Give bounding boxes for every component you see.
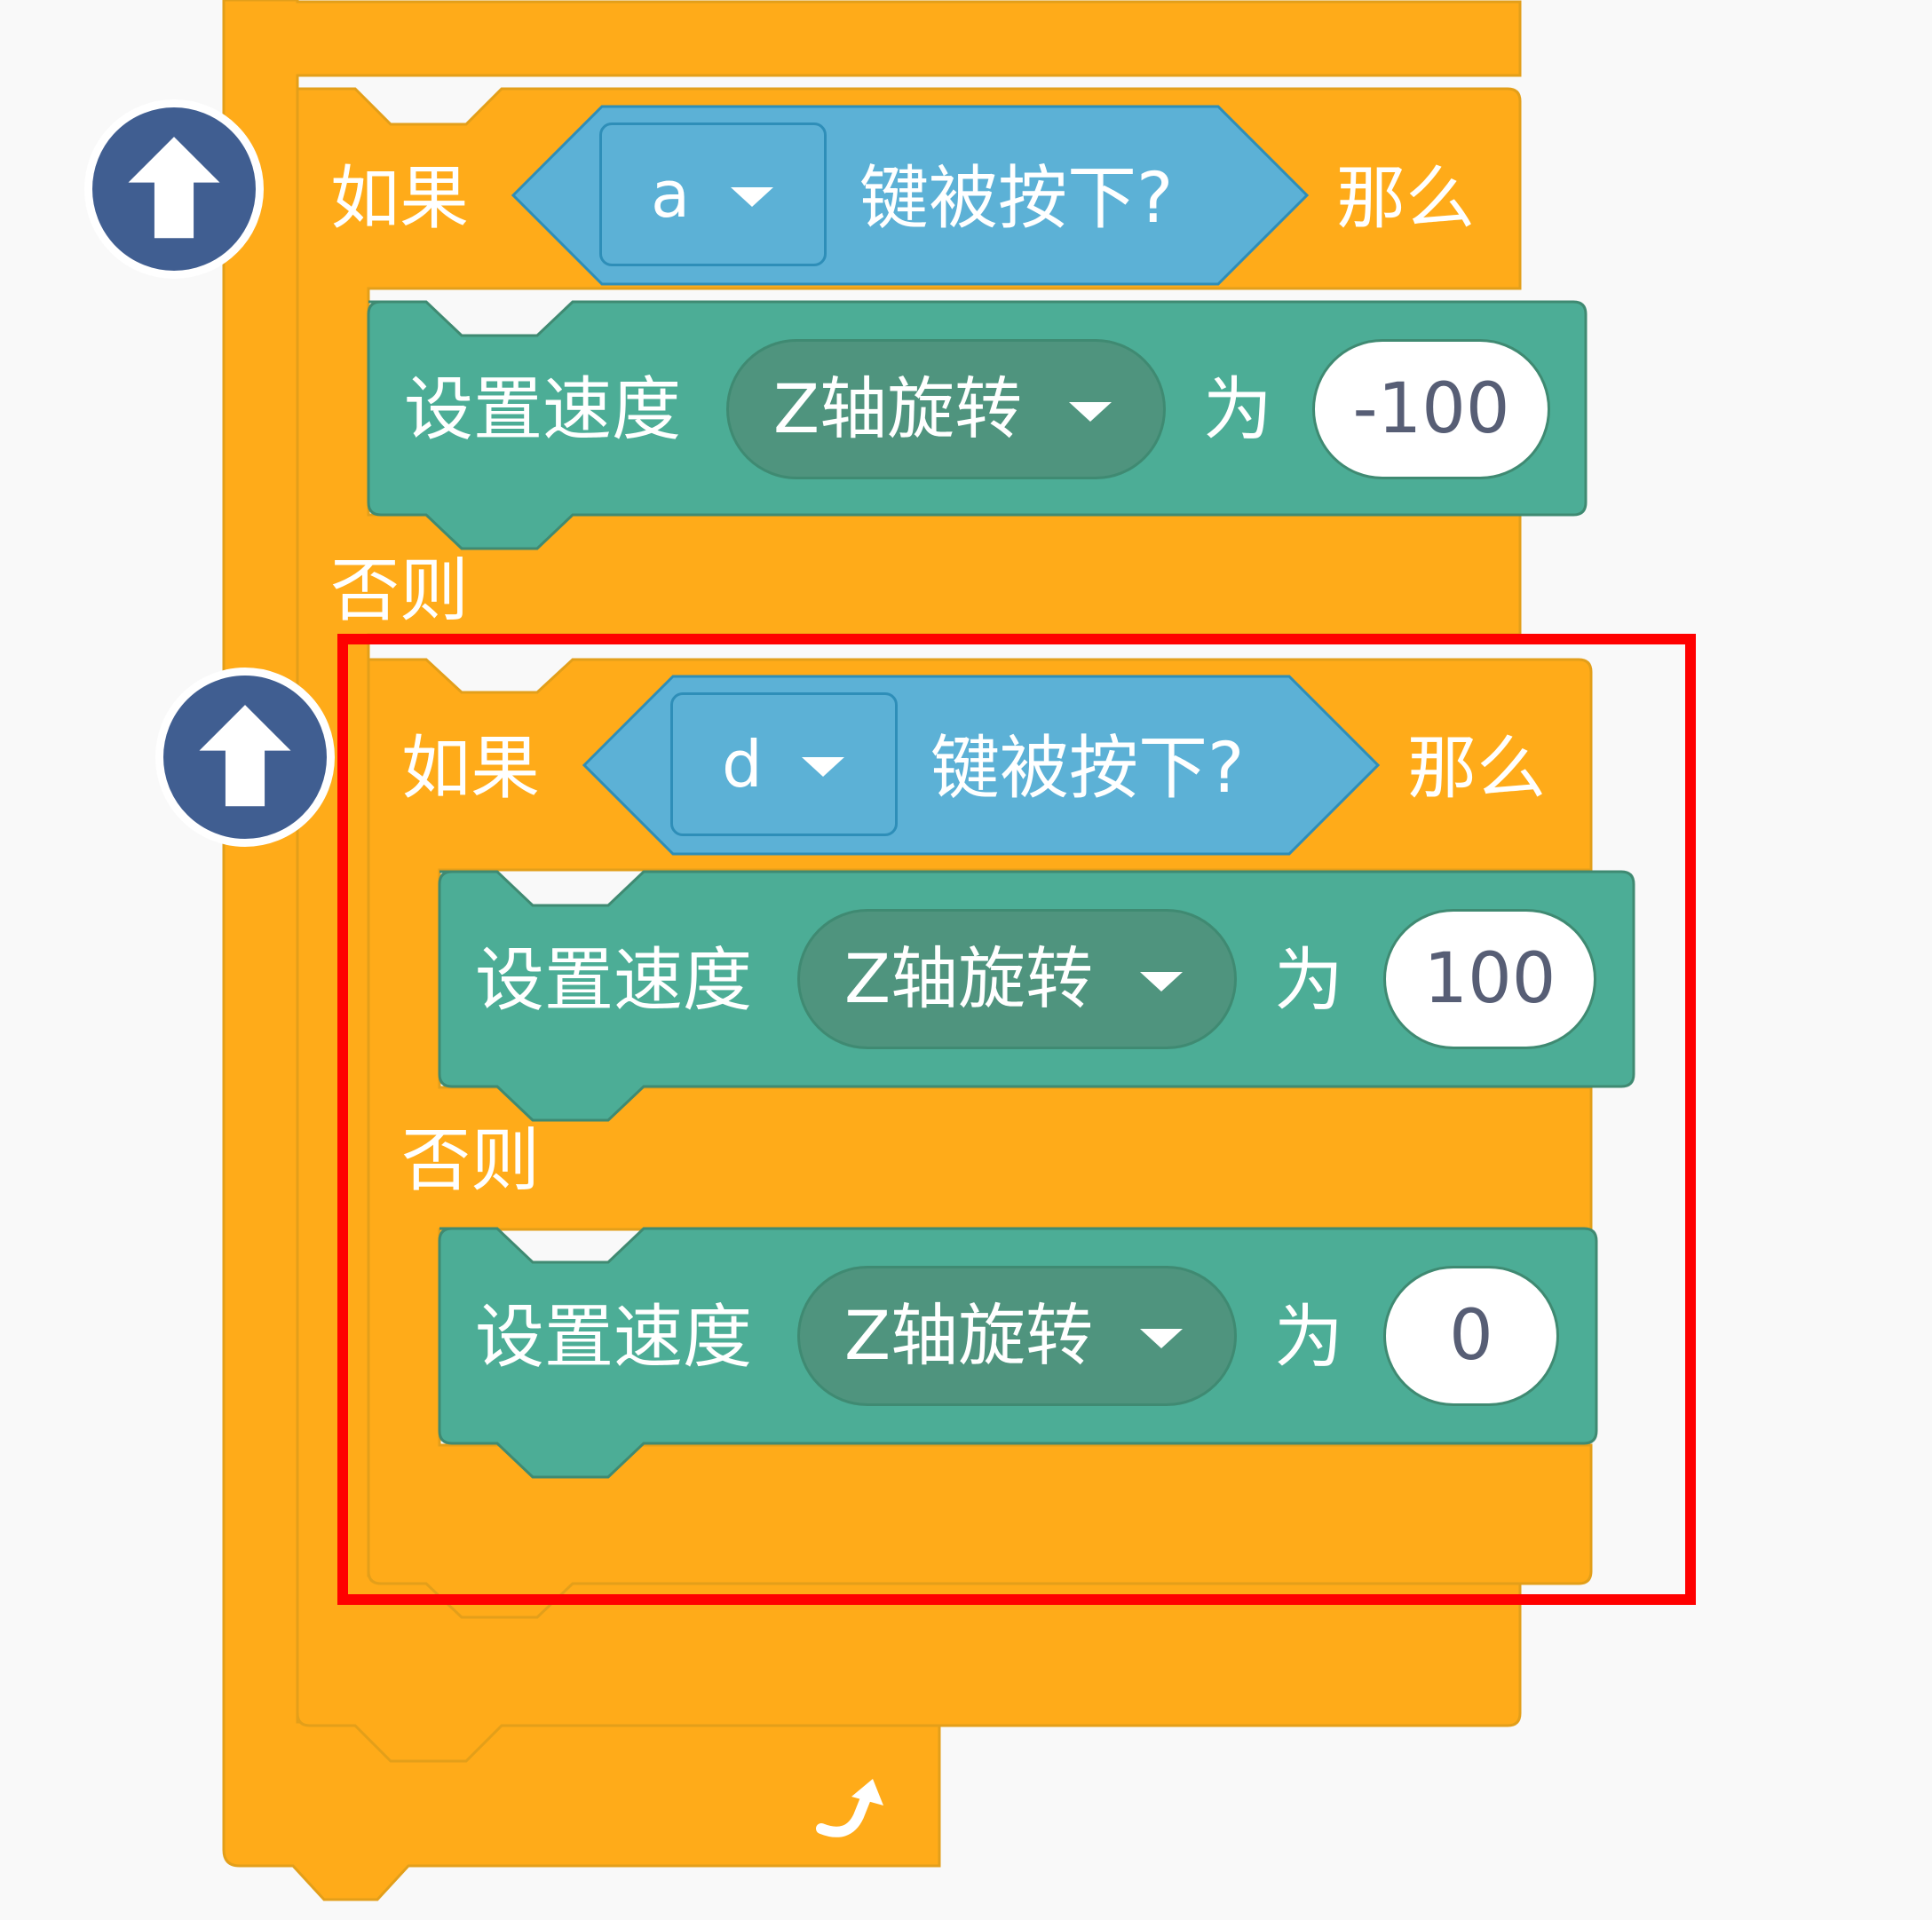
code-canvas: 如果 a 键被按下? 那么 设置速度 Z轴旋转 为 -100 否则 如果 d 键…: [0, 0, 1932, 1920]
highlight-box: [337, 634, 1696, 1605]
set-speed-label: 设置速度: [404, 370, 682, 450]
speed-value: -100: [1352, 369, 1510, 449]
axis-dropdown-1[interactable]: Z轴旋转: [726, 339, 1166, 479]
caret-down-icon: [731, 187, 773, 207]
arrow-up-icon: [128, 137, 220, 239]
collapse-button-2[interactable]: [155, 668, 335, 847]
speed-input-1[interactable]: -100: [1312, 339, 1550, 479]
loop-arrow-icon: [816, 1779, 883, 1837]
axis-value: Z轴旋转: [773, 369, 1023, 448]
to-label: 为: [1203, 370, 1273, 450]
then-label: 那么: [1336, 159, 1476, 239]
arrow-up-icon: [199, 705, 291, 807]
key-value: a: [651, 157, 691, 232]
key-pressed-label: 键被按下?: [859, 159, 1174, 239]
if-label: 如果: [330, 159, 470, 239]
caret-down-icon: [1069, 402, 1112, 422]
key-dropdown-a[interactable]: a: [599, 122, 827, 266]
collapse-button-1[interactable]: [84, 99, 264, 279]
else-label: 否则: [330, 551, 470, 631]
